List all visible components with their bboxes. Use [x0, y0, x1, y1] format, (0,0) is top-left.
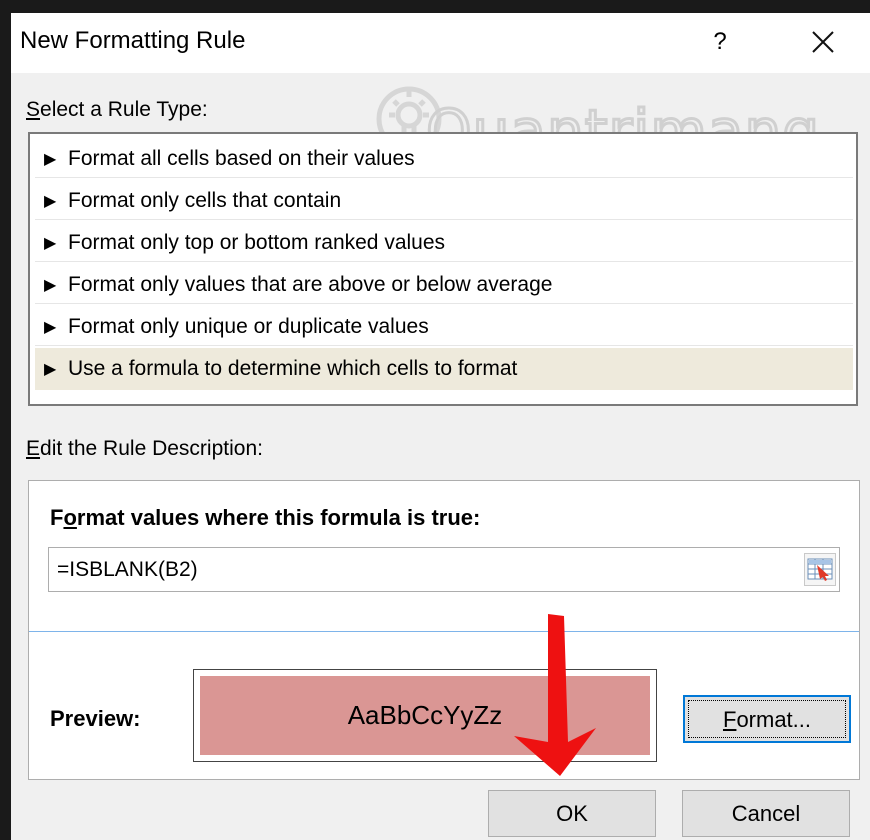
title-bar: New Formatting Rule ?	[11, 13, 870, 73]
select-rule-type-label: Select a Rule Type:	[26, 98, 208, 121]
rule-type-item[interactable]: ▶ Format only cells that contain	[35, 181, 853, 220]
formula-input[interactable]	[48, 547, 840, 592]
rule-type-item-selected[interactable]: ▶ Use a formula to determine which cells …	[35, 348, 853, 390]
rule-type-item[interactable]: ▶ Format only unique or duplicate values	[35, 307, 853, 346]
separator-line	[29, 631, 859, 632]
expand-triangle-icon: ▶	[44, 235, 57, 252]
formula-label: Format values where this formula is true…	[50, 505, 481, 530]
rule-description-panel: Format values where this formula is true…	[28, 480, 860, 780]
range-selector-icon	[807, 558, 833, 581]
rule-type-item[interactable]: ▶ Format all cells based on their values	[35, 139, 853, 178]
rule-type-list[interactable]: ▶ Format all cells based on their values …	[28, 132, 858, 406]
rule-type-item[interactable]: ▶ Format only values that are above or be…	[35, 265, 853, 304]
preview-box: AaBbCcYyZz	[193, 669, 657, 762]
cancel-button[interactable]: Cancel	[682, 790, 850, 837]
edit-rule-description-label: Edit the Rule Description:	[26, 437, 263, 460]
expand-triangle-icon: ▶	[44, 277, 57, 294]
expand-triangle-icon: ▶	[44, 193, 57, 210]
format-button[interactable]: Format...	[683, 695, 851, 743]
close-icon	[812, 31, 834, 53]
rule-type-item[interactable]: ▶ Format only top or bottom ranked values	[35, 223, 853, 262]
outer-frame-left	[0, 0, 11, 840]
outer-frame-top	[0, 0, 870, 13]
close-button[interactable]	[801, 23, 845, 61]
ok-button[interactable]: OK	[488, 790, 656, 837]
range-selector-button[interactable]	[804, 553, 836, 586]
expand-triangle-icon: ▶	[44, 361, 57, 378]
expand-triangle-icon: ▶	[44, 151, 57, 168]
new-formatting-rule-dialog: New Formatting Rule ? Quantrimang Select…	[11, 13, 870, 840]
help-button[interactable]: ?	[700, 23, 740, 61]
expand-triangle-icon: ▶	[44, 319, 57, 336]
preview-sample: AaBbCcYyZz	[200, 676, 650, 755]
preview-label: Preview:	[50, 706, 141, 731]
dialog-title: New Formatting Rule	[20, 27, 246, 54]
